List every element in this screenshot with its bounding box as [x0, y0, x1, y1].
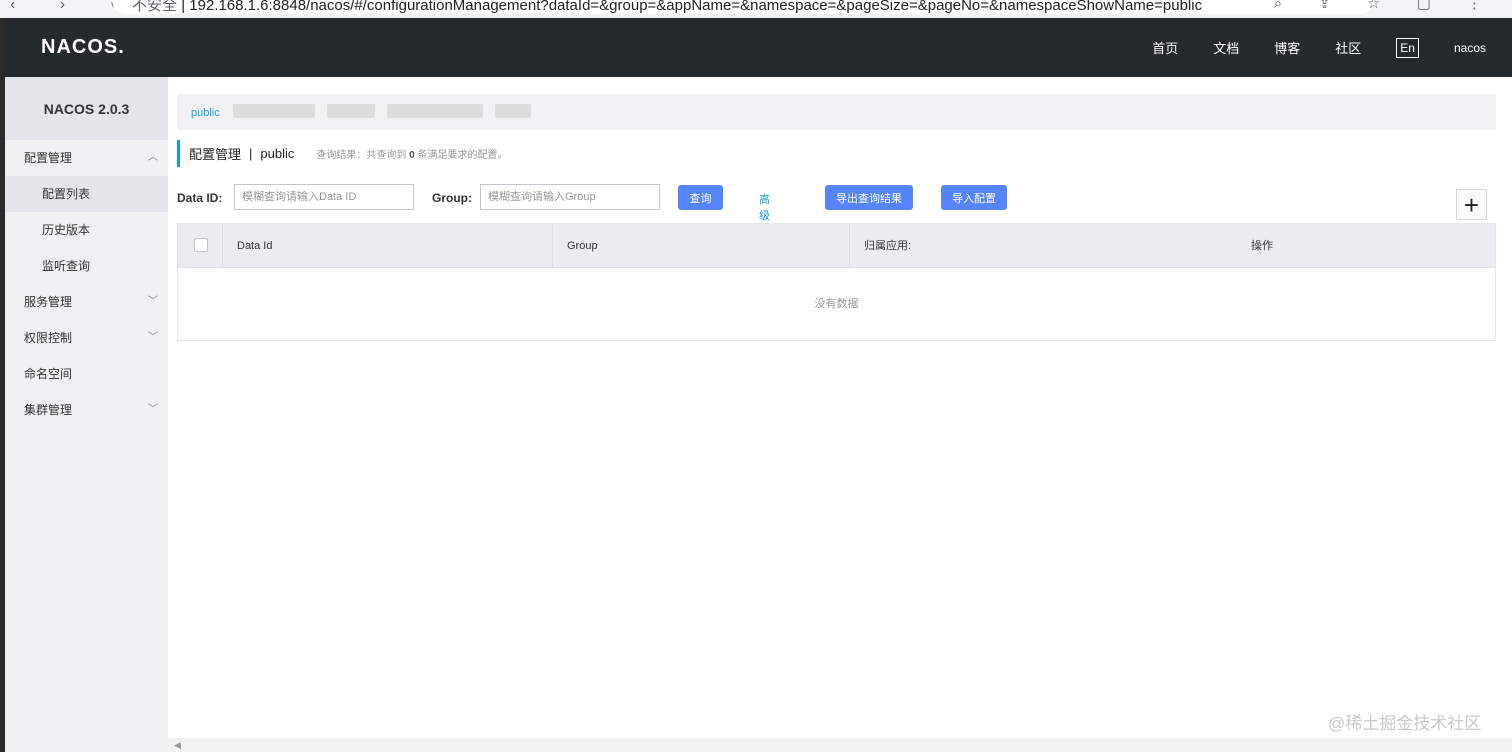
- group-input[interactable]: [480, 184, 660, 210]
- result-count: 0: [409, 150, 415, 161]
- column-header-data-id[interactable]: Data Id: [237, 224, 272, 268]
- sidebar-item-namespace[interactable]: 命名空间: [5, 356, 168, 392]
- sidebar-item-label: 集群管理: [24, 403, 73, 417]
- query-result-summary: 查询结果：共查询到 0 条满足要求的配置。: [316, 146, 507, 161]
- watermark: @稀土掘金技术社区: [1328, 714, 1482, 733]
- sidebar-item-config-list[interactable]: 配置列表: [5, 176, 168, 212]
- column-header-group[interactable]: Group: [567, 224, 598, 268]
- chevron-up-icon: ︿: [148, 152, 158, 163]
- nav-blog[interactable]: 博客: [1274, 38, 1300, 57]
- sidebar-item-label: 权限控制: [24, 331, 73, 345]
- column-header-app[interactable]: 归属应用:: [864, 224, 911, 268]
- sidebar-item-label: 监听查询: [42, 259, 91, 273]
- sidebar-item-label: 命名空间: [24, 367, 73, 381]
- page-title-text: 配置管理: [189, 147, 242, 162]
- sidebar-item-access-control[interactable]: 权限控制 ﹀: [5, 320, 168, 356]
- chevron-down-icon: ﹀: [148, 404, 158, 415]
- namespace-blurred[interactable]: [495, 104, 531, 118]
- namespace-blurred[interactable]: [327, 104, 375, 118]
- page-namespace: public: [260, 146, 295, 161]
- export-button[interactable]: 导出查询结果: [825, 185, 913, 210]
- insecure-label: 不安全: [132, 0, 178, 14]
- namespace-blurred[interactable]: [387, 104, 483, 118]
- import-button[interactable]: 导入配置: [941, 185, 1007, 210]
- select-all-checkbox[interactable]: [194, 238, 208, 252]
- sidebar-item-label: 配置列表: [42, 187, 91, 201]
- user-menu[interactable]: nacos: [1454, 41, 1486, 55]
- nav-home[interactable]: 首页: [1152, 38, 1178, 57]
- result-prefix: 查询结果：共查询到: [316, 150, 407, 161]
- nav-community[interactable]: 社区: [1335, 38, 1361, 57]
- table-header: Data Id Group 归属应用: 操作: [178, 224, 1495, 268]
- group-label: Group:: [432, 191, 472, 205]
- horizontal-scrollbar[interactable]: ◀: [168, 738, 1512, 752]
- namespace-bar: public: [177, 94, 1496, 130]
- data-id-label: Data ID:: [177, 191, 223, 205]
- sidebar-item-label: 历史版本: [42, 223, 91, 237]
- namespace-blurred[interactable]: [233, 104, 315, 118]
- result-suffix: 条满足要求的配置。: [417, 150, 508, 161]
- language-toggle[interactable]: En: [1396, 37, 1419, 58]
- data-id-input[interactable]: [234, 184, 414, 210]
- sidebar-item-history[interactable]: 历史版本: [5, 212, 168, 248]
- address-url[interactable]: 不安全 | 192.168.1.6:8848/nacos/#/configura…: [132, 0, 1202, 15]
- column-divider: [849, 224, 850, 268]
- browser-action-icons[interactable]: ⌕ ⇪ ☆ ▢ ⋮: [1274, 0, 1498, 12]
- sidebar-item-service-management[interactable]: 服务管理 ﹀: [5, 284, 168, 320]
- browser-toolbar: ‹ › ↻ 不安全 | 192.168.1.6:8848/nacos/#/con…: [0, 0, 1512, 18]
- header-nav: 首页 文档 博客 社区 En nacos: [1117, 18, 1486, 77]
- sidebar-item-cluster-management[interactable]: 集群管理 ﹀: [5, 392, 168, 428]
- empty-table-message: 没有数据: [814, 298, 859, 310]
- column-header-actions: 操作: [1251, 240, 1273, 252]
- add-config-button[interactable]: +: [1456, 189, 1487, 220]
- sidebar-item-label: 服务管理: [24, 295, 73, 309]
- nav-docs[interactable]: 文档: [1213, 38, 1239, 57]
- column-divider: [222, 224, 223, 268]
- top-header: NACOS. 首页 文档 博客 社区 En nacos: [5, 18, 1512, 77]
- chevron-down-icon: ﹀: [148, 296, 158, 307]
- sidebar-item-config-management[interactable]: 配置管理 ︿: [5, 140, 168, 176]
- title-separator: |: [249, 146, 253, 161]
- sidebar: NACOS 2.0.3 配置管理 ︿ 配置列表 历史版本 监听查询 服务管理 ﹀…: [5, 77, 168, 752]
- chevron-down-icon: ﹀: [148, 332, 158, 343]
- config-table: Data Id Group 归属应用: 操作 没有数据: [177, 223, 1496, 341]
- sidebar-title: NACOS 2.0.3: [5, 77, 168, 140]
- sidebar-item-listener-query[interactable]: 监听查询: [5, 248, 168, 284]
- column-divider: [552, 224, 553, 268]
- page-title: 配置管理 | public 查询结果：共查询到 0 条满足要求的配置。: [177, 140, 508, 167]
- scroll-left-icon[interactable]: ◀: [174, 738, 181, 752]
- sidebar-item-label: 配置管理: [24, 151, 73, 165]
- nacos-logo[interactable]: NACOS.: [41, 36, 125, 59]
- url-text: 192.168.1.6:8848/nacos/#/configurationMa…: [189, 0, 1203, 14]
- main-content: public 配置管理 | public 查询结果：共查询到 0 条满足要求的配…: [168, 77, 1512, 752]
- query-button[interactable]: 查询: [678, 185, 723, 210]
- namespace-public[interactable]: public: [191, 107, 220, 119]
